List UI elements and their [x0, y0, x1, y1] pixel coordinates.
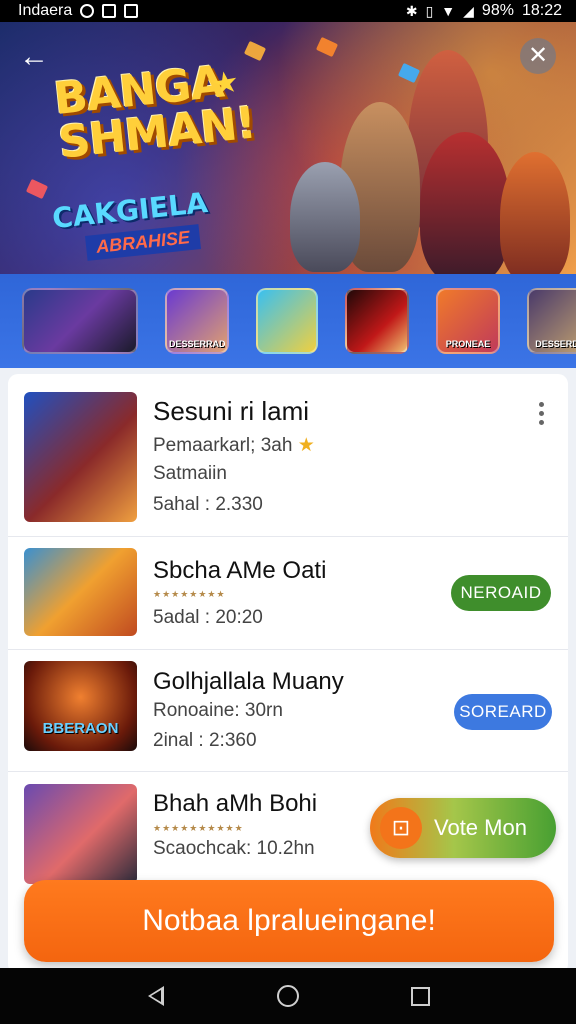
app-notification-icon — [124, 4, 139, 18]
item-subtitle: Pemaarkarl; 3ah ★ — [153, 435, 315, 456]
list-item[interactable]: Sesuni ri lami Pemaarkarl; 3ah ★ Satmaii… — [8, 374, 568, 537]
status-left: Indaera — [18, 2, 139, 20]
system-nav-bar — [0, 968, 576, 1024]
ballot-icon: ⊡ — [380, 807, 422, 849]
game-image — [24, 784, 137, 884]
decor-spark — [315, 36, 339, 58]
item-subtitle: Ronoaine: 30rn — [153, 700, 283, 721]
item-meta: Scaochcak: 10.2hn — [153, 838, 315, 859]
wifi-icon: ▼ — [441, 3, 456, 19]
nav-back-icon[interactable] — [136, 976, 176, 1016]
carousel-thumb[interactable] — [256, 288, 318, 354]
back-arrow-icon[interactable]: ← — [16, 40, 52, 76]
item-title: Sesuni ri lami — [153, 396, 310, 426]
battery-label: 98% — [481, 2, 514, 19]
vibrate-icon: ▯ — [425, 3, 434, 19]
item-meta: 5ahal : 2.330 — [153, 494, 263, 515]
decor-spark — [397, 62, 421, 84]
carousel-thumb[interactable] — [345, 288, 409, 354]
hero-character — [500, 152, 570, 274]
download-button[interactable]: NEROAID — [451, 575, 551, 611]
carrier-label: Indaera — [18, 2, 73, 19]
rating-stars: ★★★★★★★★★★ — [153, 823, 244, 833]
item-meta: 5adal : 20:20 — [153, 607, 263, 628]
image-notification-icon — [102, 4, 117, 18]
download-button[interactable]: SOREARD — [454, 694, 552, 730]
primary-cta-button[interactable]: Notbaa lpralueingane! — [24, 880, 554, 962]
notification-icon — [80, 4, 95, 18]
hero-character — [420, 132, 510, 274]
list-item[interactable]: BBERAON Golhjallala Muany Ronoaine: 30rn… — [8, 650, 568, 772]
item-title: Sbcha AMe Oati — [153, 557, 327, 584]
hero-character — [290, 162, 360, 272]
game-image: BBERAON — [24, 661, 137, 751]
item-title: Bhah aMh Bohi — [153, 790, 318, 817]
screen: Indaera ✱ ▯ ▼ ◢ 98% 18:22 ← ✕ BANGA SHMA… — [0, 0, 576, 1024]
decor-spark — [25, 178, 49, 200]
list-item[interactable]: Sbcha AMe Oati ★★★★★★★★ 5adal : 20:20 NE… — [8, 537, 568, 650]
carousel-thumb[interactable] — [22, 288, 138, 354]
rating-stars: ★★★★★★★★ — [153, 589, 226, 599]
bluetooth-icon: ✱ — [405, 3, 418, 19]
item-category: Satmaiin — [153, 463, 227, 484]
signal-icon: ◢ — [463, 3, 474, 19]
item-meta: 2inal : 2:360 — [153, 730, 257, 751]
badge-star-icon: ★ — [297, 435, 315, 456]
carousel-thumb[interactable]: PRONEAE — [436, 288, 500, 354]
game-image — [24, 548, 137, 636]
hero-banner[interactable]: ← ✕ BANGA SHMAN! ★ CAKGIELA ABRAHISE — [0, 22, 576, 274]
vote-button-label: Vote Mon — [434, 815, 527, 840]
nav-home-icon[interactable] — [268, 976, 308, 1016]
hero-title: BANGA SHMAN! — [51, 56, 258, 169]
star-icon: ★ — [209, 64, 242, 103]
status-right: ✱ ▯ ▼ ◢ 98% 18:22 — [406, 2, 562, 20]
game-image — [24, 392, 137, 522]
game-carousel[interactable]: DESSERRAD PRONEAE DESSERD — [0, 274, 576, 368]
carousel-thumb[interactable]: DESSERRAD — [165, 288, 229, 354]
more-options-icon[interactable] — [534, 402, 548, 425]
close-icon[interactable]: ✕ — [520, 38, 556, 74]
status-bar: Indaera ✱ ▯ ▼ ◢ 98% 18:22 — [0, 0, 576, 22]
nav-recents-icon[interactable] — [400, 976, 440, 1016]
vote-button[interactable]: ⊡ Vote Mon — [370, 798, 556, 858]
clock-label: 18:22 — [521, 2, 562, 19]
item-title: Golhjallala Muany — [153, 668, 344, 695]
carousel-thumb[interactable]: DESSERD — [527, 288, 576, 354]
